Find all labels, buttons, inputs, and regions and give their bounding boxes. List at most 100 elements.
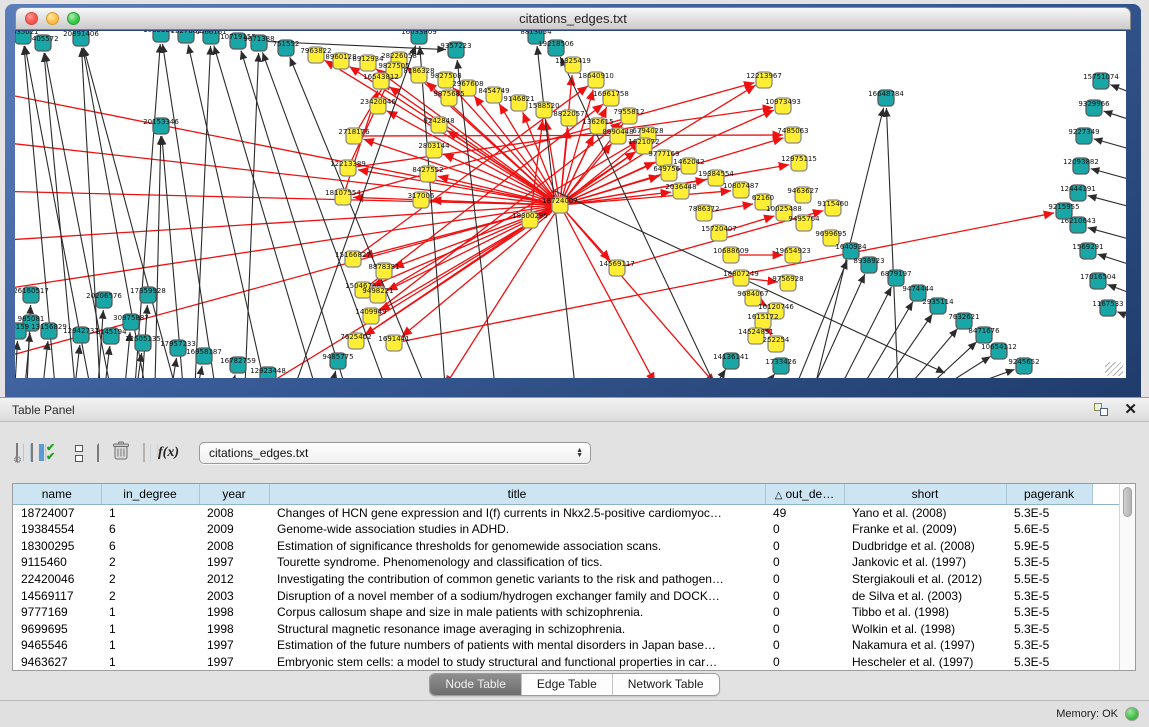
selected-node[interactable]: 12975115 bbox=[781, 155, 817, 171]
node[interactable]: 9245652 bbox=[1008, 358, 1039, 374]
scrollbar-thumb[interactable] bbox=[1123, 487, 1132, 517]
table-cell[interactable]: Structural magnetic resonance image aver… bbox=[269, 620, 765, 637]
selected-node[interactable]: 12213967 bbox=[746, 72, 782, 88]
table-cell[interactable]: 2 bbox=[101, 554, 199, 571]
selected-node[interactable]: 14569117 bbox=[599, 260, 635, 276]
memory-ok-icon[interactable] bbox=[1125, 707, 1139, 721]
table-cell[interactable]: 1997 bbox=[199, 653, 269, 670]
table-cell[interactable]: 9463627 bbox=[13, 653, 101, 670]
table-cell[interactable]: 0 bbox=[765, 538, 844, 555]
table-cell[interactable]: 0 bbox=[765, 653, 844, 670]
node[interactable]: 16033809 bbox=[401, 31, 437, 44]
table-cell[interactable]: Corpus callosum shape and size in male p… bbox=[269, 604, 765, 621]
table-selector-dropdown[interactable]: citations_edges.txt ▲▼ bbox=[199, 442, 591, 464]
tab-network-table[interactable]: Network Table bbox=[612, 674, 719, 695]
table-cell[interactable]: 2009 bbox=[199, 521, 269, 538]
resize-grip[interactable] bbox=[1105, 362, 1123, 376]
table-row[interactable]: 1872400712008Changes of HCN gene express… bbox=[13, 504, 1119, 521]
table-row[interactable]: 1456911722003Disruption of a novel membe… bbox=[13, 587, 1119, 604]
table-row[interactable]: 946362711997Embryonic stem cells: a mode… bbox=[13, 653, 1119, 670]
table-options-icon[interactable]: ⚙ bbox=[16, 444, 18, 462]
table-cell[interactable]: 5.3E-5 bbox=[1006, 637, 1092, 654]
table-cell[interactable]: 0 bbox=[765, 620, 844, 637]
selected-node[interactable]: 9495764 bbox=[788, 215, 820, 231]
node[interactable]: 9227349 bbox=[1068, 128, 1099, 144]
delete-table-icon[interactable] bbox=[112, 441, 130, 466]
column-header-pagerank[interactable]: pagerank bbox=[1006, 484, 1092, 504]
table-cell[interactable]: 5.9E-5 bbox=[1006, 538, 1092, 555]
table-row[interactable]: 1830029562008Estimation of significance … bbox=[13, 538, 1119, 555]
table-cell[interactable]: 5.6E-5 bbox=[1006, 521, 1092, 538]
selected-node[interactable]: 9463627 bbox=[787, 187, 818, 203]
table-cell[interactable]: 5.3E-5 bbox=[1006, 604, 1092, 621]
node[interactable]: 751552 bbox=[273, 40, 300, 56]
selected-node[interactable]: 1691441 bbox=[378, 335, 409, 351]
node[interactable]: 12942737 bbox=[63, 327, 99, 343]
table-cell[interactable]: 14569117 bbox=[13, 587, 101, 604]
table-cell[interactable]: Tourette syndrome. Phenomenology and cla… bbox=[269, 554, 765, 571]
table-cell[interactable]: Genome-wide association studies in ADHD. bbox=[269, 521, 765, 538]
table-cell[interactable]: 9699695 bbox=[13, 620, 101, 637]
node[interactable]: 9671388 bbox=[243, 35, 274, 51]
row-mode-icon[interactable] bbox=[75, 445, 84, 462]
table-cell[interactable]: 2 bbox=[101, 571, 199, 588]
table-row[interactable]: 977716911998Corpus callosum shape and si… bbox=[13, 604, 1119, 621]
table-cell[interactable]: 2 bbox=[101, 587, 199, 604]
table-cell[interactable]: 9115460 bbox=[13, 554, 101, 571]
selected-node[interactable]: 6497568 bbox=[653, 165, 684, 181]
table-cell[interactable]: 2008 bbox=[199, 538, 269, 555]
node[interactable]: 10654112 bbox=[981, 343, 1017, 359]
table-cell[interactable]: 1 bbox=[101, 604, 199, 621]
table-cell[interactable]: 2008 bbox=[199, 504, 269, 521]
table-cell[interactable]: 49 bbox=[765, 504, 844, 521]
table-cell[interactable]: Tibbo et al. (1998) bbox=[844, 604, 1006, 621]
close-window-icon[interactable] bbox=[25, 12, 38, 25]
float-panel-icon[interactable] bbox=[1094, 403, 1108, 416]
node[interactable]: 9485775 bbox=[322, 353, 353, 369]
selected-node[interactable]: 23420046 bbox=[360, 98, 396, 114]
node[interactable]: 26160517 bbox=[15, 287, 49, 303]
show-columns-icon[interactable] bbox=[31, 444, 33, 462]
node[interactable]: 2935114 bbox=[922, 298, 954, 314]
selected-node[interactable]: 9756928 bbox=[772, 275, 803, 291]
table-cell[interactable]: Embryonic stem cells: a model to study s… bbox=[269, 653, 765, 670]
table-cell[interactable]: 1998 bbox=[199, 620, 269, 637]
column-header-year[interactable]: year bbox=[199, 484, 269, 504]
column-header-out-de-[interactable]: △out_de… bbox=[765, 484, 844, 504]
selected-node[interactable]: 1409949 bbox=[355, 308, 386, 324]
node[interactable]: 20153346 bbox=[143, 118, 179, 134]
table-cell[interactable]: 0 bbox=[765, 571, 844, 588]
node[interactable]: 16648784 bbox=[868, 90, 904, 106]
new-table-icon[interactable] bbox=[97, 444, 99, 462]
table-cell[interactable]: 6 bbox=[101, 538, 199, 555]
table-row[interactable]: 1938455462009Genome-wide association stu… bbox=[13, 521, 1119, 538]
table-cell[interactable]: 5.3E-5 bbox=[1006, 554, 1092, 571]
table-cell[interactable]: Changes of HCN gene expression and I(f) … bbox=[269, 504, 765, 521]
table-cell[interactable]: 0 bbox=[765, 521, 844, 538]
selected-node[interactable]: 9115460 bbox=[817, 200, 848, 216]
table-cell[interactable]: 1 bbox=[101, 653, 199, 670]
node[interactable]: 12444191 bbox=[1060, 185, 1096, 201]
table-cell[interactable]: 9465546 bbox=[13, 637, 101, 654]
network-window-titlebar[interactable]: citations_edges.txt bbox=[15, 7, 1131, 30]
table-row[interactable]: 946554611997Estimation of the future num… bbox=[13, 637, 1119, 654]
table-cell[interactable]: 1997 bbox=[199, 637, 269, 654]
column-header-title[interactable]: title bbox=[269, 484, 765, 504]
node[interactable]: 19218506 bbox=[538, 40, 574, 56]
table-cell[interactable]: Hescheler et al. (1997) bbox=[844, 653, 1006, 670]
tab-node-table[interactable]: Node Table bbox=[430, 674, 521, 695]
selected-node[interactable]: 12325419 bbox=[555, 57, 591, 73]
table-cell[interactable]: 19384554 bbox=[13, 521, 101, 538]
node[interactable]: 17359928 bbox=[130, 287, 166, 303]
selected-node[interactable]: 7955812 bbox=[613, 108, 644, 124]
table-cell[interactable]: 1997 bbox=[199, 554, 269, 571]
network-canvas[interactable]: 1872400779638228960128891293428226058982… bbox=[15, 30, 1126, 378]
table-cell[interactable]: 5.3E-5 bbox=[1006, 587, 1092, 604]
node[interactable]: 12093882 bbox=[1063, 158, 1099, 174]
node[interactable]: 20891406 bbox=[63, 31, 99, 46]
table-cell[interactable]: 2012 bbox=[199, 571, 269, 588]
table-cell[interactable]: Nakamura et al. (1997) bbox=[844, 637, 1006, 654]
column-header-short[interactable]: short bbox=[844, 484, 1006, 504]
table-cell[interactable]: Franke et al. (2009) bbox=[844, 521, 1006, 538]
node-attribute-grid[interactable]: namein_degreeyeartitle△out_de…shortpager… bbox=[13, 484, 1119, 670]
